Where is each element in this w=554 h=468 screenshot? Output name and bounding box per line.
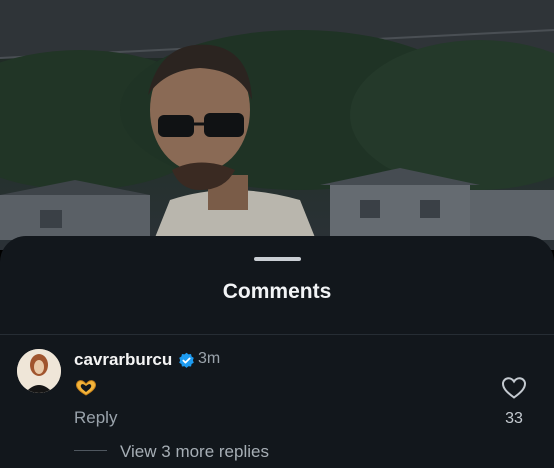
like-count: 33 bbox=[505, 410, 523, 427]
comment-username[interactable]: cavrarburcu bbox=[74, 350, 172, 370]
sheet-title: Comments bbox=[222, 280, 332, 303]
like-heart-icon[interactable] bbox=[501, 376, 527, 400]
background-video bbox=[0, 0, 554, 250]
reply-button[interactable]: Reply bbox=[74, 408, 117, 428]
comments-sheet: Comments cavrarburcu 3m Reply 33 View 3 … bbox=[0, 236, 554, 468]
replies-divider-line bbox=[74, 450, 107, 451]
drag-handle[interactable] bbox=[254, 257, 301, 261]
view-more-replies-button[interactable]: View 3 more replies bbox=[120, 442, 269, 462]
comment-timestamp: 3m bbox=[198, 350, 221, 367]
divider bbox=[0, 334, 554, 335]
verified-badge-icon bbox=[178, 352, 195, 369]
avatar[interactable] bbox=[17, 349, 61, 393]
heart-hands-emoji-icon bbox=[74, 379, 98, 397]
